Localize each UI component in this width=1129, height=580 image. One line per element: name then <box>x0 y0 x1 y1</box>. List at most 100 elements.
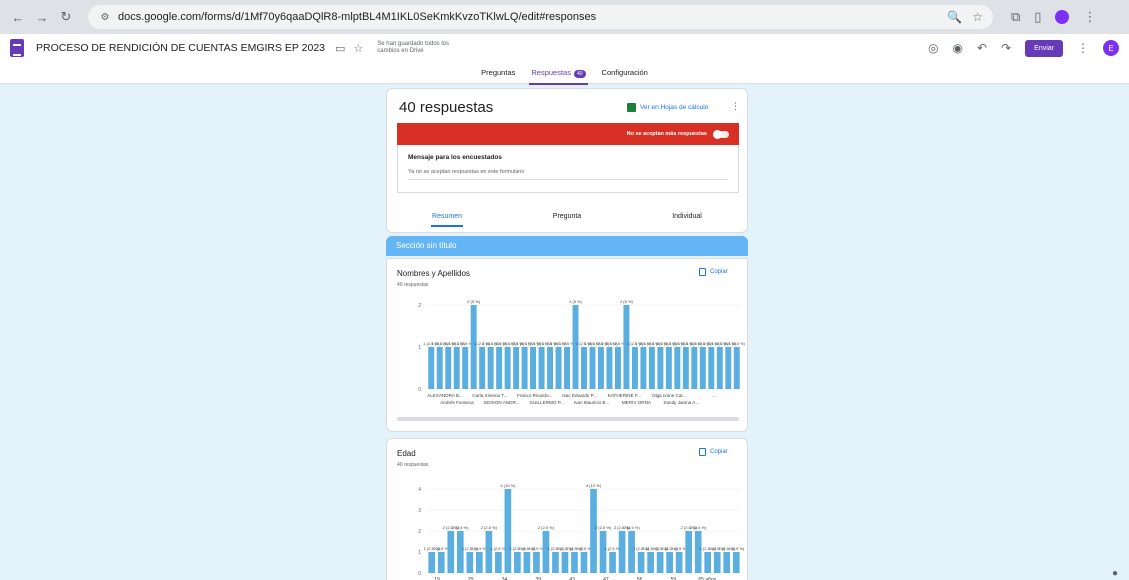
chart-bar[interactable] <box>496 347 503 389</box>
message-input[interactable]: Ya no se aceptan respuestas en este form… <box>408 169 728 180</box>
chart-bar[interactable] <box>428 552 436 573</box>
tab-questions[interactable]: Preguntas <box>479 63 517 82</box>
avatar[interactable]: E <box>1103 40 1119 56</box>
chart-bar[interactable] <box>691 347 698 389</box>
chart-bar[interactable] <box>447 531 455 573</box>
chart-bar[interactable] <box>694 531 702 573</box>
star-icon[interactable]: ☆ <box>353 42 363 55</box>
chart-bar[interactable] <box>504 489 512 573</box>
chart-bar[interactable] <box>572 305 579 389</box>
chart-bar[interactable] <box>462 347 469 389</box>
send-button[interactable]: Enviar <box>1025 39 1063 57</box>
chart-bar[interactable] <box>523 552 531 573</box>
chart-bar[interactable] <box>682 347 689 389</box>
profile-icon[interactable] <box>1055 10 1070 24</box>
chart-bar[interactable] <box>609 552 616 573</box>
chart-bar[interactable] <box>564 347 570 389</box>
chart-bar[interactable] <box>657 347 664 389</box>
chart-bar[interactable] <box>666 552 673 573</box>
chart-bar[interactable] <box>538 347 545 389</box>
chart-bar[interactable] <box>713 552 721 573</box>
chart-bar[interactable] <box>470 305 477 389</box>
chart-bar[interactable] <box>504 347 511 389</box>
chart-bar[interactable] <box>618 531 626 573</box>
site-info-icon[interactable]: ⚙ <box>98 10 112 24</box>
chart-bar[interactable] <box>495 552 502 573</box>
chart-bar[interactable] <box>514 552 521 573</box>
subtab-question[interactable]: Pregunta <box>507 213 627 220</box>
chart-bar[interactable] <box>580 552 588 573</box>
copy-chart-button[interactable]: Copiar <box>699 448 728 456</box>
subtab-summary[interactable]: Resumen <box>387 213 507 227</box>
accepting-responses-toggle[interactable] <box>713 129 729 139</box>
chart-bar[interactable] <box>581 347 587 389</box>
chart-bar[interactable] <box>708 347 715 389</box>
chart-bar[interactable] <box>533 552 540 573</box>
chart-bar[interactable] <box>733 347 740 389</box>
redo-icon[interactable]: ↷ <box>1001 41 1011 55</box>
chart-bar[interactable] <box>590 489 597 573</box>
chart-bar[interactable] <box>648 347 655 389</box>
chart-bar[interactable] <box>437 552 445 573</box>
chart-bar[interactable] <box>716 347 723 389</box>
address-bar[interactable]: ⚙ docs.google.com/forms/d/1Mf70y6qaaDQlR… <box>88 5 993 29</box>
chart-bar[interactable] <box>725 347 732 389</box>
more-options-icon[interactable]: ⋮ <box>1077 41 1089 55</box>
help-icon[interactable]: ● <box>1112 568 1118 579</box>
side-panel-icon[interactable]: ▯ <box>1034 9 1041 25</box>
chart-bar[interactable] <box>453 347 460 389</box>
chart-bar[interactable] <box>647 552 654 573</box>
chart-bar[interactable] <box>675 552 683 573</box>
chart-bar[interactable] <box>628 531 635 573</box>
chart-bar[interactable] <box>589 347 596 389</box>
chart-bar[interactable] <box>665 347 672 389</box>
chart-bar[interactable] <box>530 347 537 389</box>
palette-icon[interactable]: ◎ <box>928 41 938 55</box>
chart-bar[interactable] <box>571 552 578 573</box>
folder-icon[interactable]: ▭ <box>335 42 345 55</box>
chart-bar[interactable] <box>640 347 647 389</box>
forms-logo-icon[interactable] <box>10 39 24 57</box>
undo-icon[interactable]: ↶ <box>977 41 987 55</box>
chart-bar[interactable] <box>606 347 613 389</box>
tab-settings[interactable]: Configuración <box>600 63 650 82</box>
chart-bar[interactable] <box>631 347 638 389</box>
chart-bar[interactable] <box>704 552 712 573</box>
chart-bar[interactable] <box>542 531 550 573</box>
chart-bar[interactable] <box>436 347 443 389</box>
chart-bar[interactable] <box>445 347 452 389</box>
chart-bar[interactable] <box>598 347 604 389</box>
chart-bar[interactable] <box>456 531 464 573</box>
bookmark-star-icon[interactable]: ☆ <box>972 10 983 24</box>
chart-bar[interactable] <box>623 305 630 389</box>
chart-bar[interactable] <box>487 347 494 389</box>
chart-bar[interactable] <box>513 347 520 389</box>
preview-eye-icon[interactable]: ◉ <box>953 41 963 55</box>
chrome-menu-icon[interactable]: ⋮ <box>1083 9 1096 25</box>
chart-bar[interactable] <box>476 552 483 573</box>
chart-bar[interactable] <box>428 347 435 389</box>
form-title[interactable]: PROCESO DE RENDICIÓN DE CUENTAS EMGIRS E… <box>36 42 325 54</box>
chart-bar[interactable] <box>485 531 493 573</box>
view-in-sheets-link[interactable]: Ver en Hojas de cálculo <box>627 103 708 112</box>
chart-bar[interactable] <box>479 347 486 389</box>
extensions-icon[interactable]: ⧉ <box>1011 9 1020 25</box>
chart-horizontal-scrollbar[interactable] <box>397 417 739 421</box>
chart-bar[interactable] <box>547 347 554 389</box>
chart-bar[interactable] <box>555 347 562 389</box>
back-arrow-icon[interactable]: ← <box>8 7 28 27</box>
chart-bar[interactable] <box>637 552 645 573</box>
zoom-icon[interactable]: 🔍 <box>947 10 962 24</box>
chart-bar[interactable] <box>656 552 664 573</box>
copy-chart-button[interactable]: Copiar <box>699 268 728 276</box>
more-vert-icon[interactable]: ⋮ <box>731 101 740 112</box>
chart-bar[interactable] <box>674 347 681 389</box>
subtab-individual[interactable]: Individual <box>627 213 747 220</box>
reload-icon[interactable]: ↻ <box>56 7 76 27</box>
chart-bar[interactable] <box>732 552 740 573</box>
forward-arrow-icon[interactable]: → <box>32 7 52 27</box>
chart-bar[interactable] <box>552 552 559 573</box>
chart-bar[interactable] <box>599 531 607 573</box>
tab-responses[interactable]: Respuestas 40 <box>529 63 588 85</box>
chart-bar[interactable] <box>561 552 569 573</box>
